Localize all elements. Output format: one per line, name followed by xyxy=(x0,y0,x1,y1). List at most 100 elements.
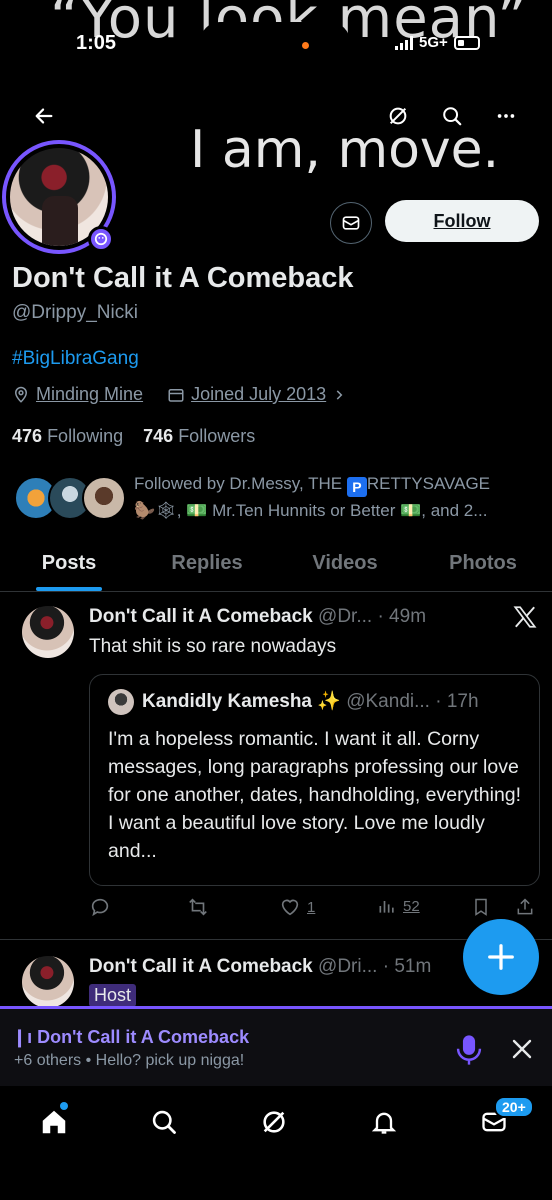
search-button[interactable] xyxy=(436,100,468,132)
followed-by-avatars[interactable] xyxy=(14,476,126,520)
share-button[interactable] xyxy=(515,896,535,918)
repost-icon xyxy=(189,898,207,916)
like-button[interactable]: 1 xyxy=(279,896,315,918)
followed-by-text[interactable]: Followed by Dr.Messy, THE P RETTYSAVAGE 🦫… xyxy=(134,470,544,524)
nav-notifications[interactable] xyxy=(364,1102,404,1142)
joined-date[interactable]: Joined July 2013 xyxy=(191,384,326,405)
quoted-author: Kandidly Kamesha ✨ xyxy=(142,691,341,712)
repost-button[interactable] xyxy=(187,896,209,918)
bookmark-button[interactable] xyxy=(471,896,491,918)
grok-button[interactable] xyxy=(382,100,414,132)
calendar-icon xyxy=(168,388,184,402)
nav-search[interactable] xyxy=(144,1102,184,1142)
post-handle-time: @Dri... · 51m xyxy=(318,956,432,977)
live-audio-icon: ❙ı xyxy=(12,1027,33,1047)
user-handle: @Drippy_Nicki xyxy=(12,302,138,323)
following-link[interactable]: 476 Following xyxy=(12,426,123,446)
host-badge: Host xyxy=(89,984,137,1007)
quoted-header: Kandidly Kamesha ✨ @Kandi... · 17h xyxy=(142,689,479,713)
x-logo-icon xyxy=(513,606,537,628)
camera-notch xyxy=(200,22,350,62)
quoted-post[interactable]: Kandidly Kamesha ✨ @Kandi... · 17h I'm a… xyxy=(89,674,540,886)
home-icon xyxy=(42,1110,66,1134)
post-handle-time: @Dr... · 49m xyxy=(318,606,427,627)
post-author[interactable]: Don't Call it A Comeback xyxy=(89,956,313,977)
top-nav xyxy=(0,100,552,132)
post-author-avatar[interactable] xyxy=(22,606,74,658)
bio-hashtag[interactable]: #BigLibraGang xyxy=(12,348,139,370)
followed-by-p-badge: P xyxy=(346,477,367,497)
grok-icon xyxy=(263,1111,285,1133)
more-icon xyxy=(497,114,515,118)
grok-icon xyxy=(389,107,407,125)
followed-by-line2: 🦫🕸, 💵 Mr.Ten Hunnits or Better 💵, and 2.… xyxy=(134,501,488,520)
battery-icon xyxy=(453,35,480,50)
post-author[interactable]: Don't Call it A Comeback xyxy=(89,606,313,627)
quoted-text: I'm a hopeless romantic. I want it all. … xyxy=(108,728,522,862)
followers-count: 746 xyxy=(143,426,174,446)
network-label: 5G+ xyxy=(419,34,448,51)
plus-icon xyxy=(488,944,514,970)
chevron-right-icon[interactable] xyxy=(332,388,346,402)
close-icon[interactable] xyxy=(510,1037,534,1061)
post-text: That shit is so rare nowadays xyxy=(89,636,337,657)
post-header: Don't Call it A Comeback @Dri... · 51m xyxy=(89,956,431,978)
nav-home[interactable] xyxy=(34,1102,74,1142)
arrow-left-icon xyxy=(35,108,53,124)
back-button[interactable] xyxy=(28,100,60,132)
views-icon xyxy=(379,901,394,913)
followed-by-line1: Followed by Dr.Messy, THE xyxy=(134,474,343,493)
following-label: Following xyxy=(47,426,124,446)
status-icons: 5G+ xyxy=(395,34,480,51)
bottom-nav: 20+ xyxy=(0,1086,552,1200)
live-space-bar[interactable]: ❙ı Don't Call it A Comeback +6 others • … xyxy=(0,1006,552,1086)
reply-icon xyxy=(91,898,109,917)
privacy-indicator xyxy=(302,42,309,49)
more-button[interactable] xyxy=(490,100,522,132)
views-button[interactable]: 52 xyxy=(377,896,420,916)
post-header: Don't Call it A Comeback @Dr... · 49m xyxy=(89,606,426,628)
search-icon xyxy=(443,107,462,126)
location-icon xyxy=(14,386,28,403)
following-count: 476 xyxy=(12,426,43,446)
tab-videos[interactable]: Videos xyxy=(276,536,414,591)
followed-by-line1-end: RETTYSAVAGE xyxy=(366,474,491,493)
status-time: 1:05 xyxy=(76,32,117,54)
follow-stats: 476 Following 746 Followers xyxy=(12,426,255,447)
share-icon xyxy=(517,898,533,915)
bell-icon xyxy=(371,1112,397,1134)
follow-button[interactable]: Follow xyxy=(385,200,539,242)
profile-tabs: Posts Replies Videos Photos xyxy=(0,536,552,592)
followers-label: Followers xyxy=(178,426,256,446)
search-icon xyxy=(152,1110,176,1134)
bookmark-icon xyxy=(475,898,487,916)
quoted-handle-time: @Kandi... · 17h xyxy=(346,691,479,712)
space-title: ❙ı Don't Call it A Comeback xyxy=(12,1027,249,1048)
followers-link[interactable]: 746 Followers xyxy=(143,426,255,446)
heart-icon xyxy=(281,899,299,916)
profile-meta: Minding Mine Joined July 2013 xyxy=(12,384,346,405)
quoted-author-avatar xyxy=(108,689,134,715)
signal-icon xyxy=(395,35,413,50)
post[interactable]: Don't Call it A Comeback @Dr... · 49m Th… xyxy=(0,592,552,940)
space-subtitle: +6 others • Hello? pick up nigga! xyxy=(14,1052,245,1069)
post-actions: 1 52 xyxy=(89,896,541,920)
space-title-text: Don't Call it A Comeback xyxy=(37,1027,250,1047)
status-bar: 1:05 5G+ xyxy=(0,22,552,62)
message-button[interactable] xyxy=(330,202,372,244)
home-notification-dot xyxy=(60,1102,68,1110)
post-author-avatar[interactable] xyxy=(22,956,74,1008)
tab-replies[interactable]: Replies xyxy=(138,536,276,591)
microphone-icon[interactable] xyxy=(454,1033,484,1067)
reply-button[interactable] xyxy=(89,896,111,918)
tab-photos[interactable]: Photos xyxy=(414,536,552,591)
tab-posts[interactable]: Posts xyxy=(0,536,138,591)
spaces-live-icon[interactable] xyxy=(88,226,114,252)
display-name: Don't Call it A Comeback xyxy=(12,262,354,294)
envelope-icon xyxy=(342,216,360,230)
messages-badge: 20+ xyxy=(494,1096,534,1118)
nav-grok[interactable] xyxy=(254,1102,294,1142)
follower-avatar xyxy=(82,476,126,520)
compose-post-button[interactable] xyxy=(463,919,539,995)
location-text[interactable]: Minding Mine xyxy=(36,384,143,405)
